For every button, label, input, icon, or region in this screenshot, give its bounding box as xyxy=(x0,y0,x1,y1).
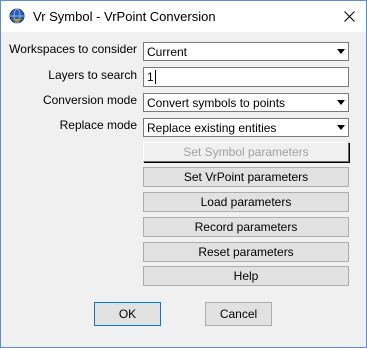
conversion-mode-value: Convert symbols to points xyxy=(147,96,286,110)
reset-parameters-button[interactable]: Reset parameters xyxy=(143,242,349,262)
load-parameters-button[interactable]: Load parameters xyxy=(143,192,349,212)
record-parameters-button[interactable]: Record parameters xyxy=(143,217,349,237)
text-caret xyxy=(155,70,156,84)
layers-value: 1 xyxy=(147,70,154,84)
conversion-mode-label: Conversion mode xyxy=(42,93,137,107)
layers-input[interactable]: 1 xyxy=(143,67,349,87)
workspaces-select[interactable]: Current xyxy=(143,42,349,61)
title-bar[interactable]: Vr Symbol - VrPoint Conversion xyxy=(1,1,366,32)
set-vrpoint-parameters-button[interactable]: Set VrPoint parameters xyxy=(143,167,349,187)
replace-mode-label: Replace mode xyxy=(59,118,137,132)
dialog-body: Workspaces to consider Current Layers to… xyxy=(1,32,366,347)
workspaces-value: Current xyxy=(147,45,188,59)
conversion-mode-select[interactable]: Convert symbols to points xyxy=(143,93,349,112)
window-title: Vr Symbol - VrPoint Conversion xyxy=(33,9,216,24)
cancel-button[interactable]: Cancel xyxy=(205,302,272,326)
replace-mode-value: Replace existing entities xyxy=(147,121,277,135)
dialog-window: Vr Symbol - VrPoint Conversion Workspace… xyxy=(0,0,367,348)
close-button[interactable] xyxy=(332,1,366,32)
ok-button[interactable]: OK xyxy=(94,302,161,326)
chevron-down-icon xyxy=(337,100,345,105)
chevron-down-icon xyxy=(337,49,345,54)
help-button[interactable]: Help xyxy=(143,266,349,286)
replace-mode-select[interactable]: Replace existing entities xyxy=(143,118,349,137)
globe-app-icon xyxy=(9,8,25,24)
set-symbol-parameters-button[interactable]: Set Symbol parameters xyxy=(143,142,349,162)
close-icon xyxy=(343,11,355,22)
chevron-down-icon xyxy=(337,125,345,130)
workspaces-label: Workspaces to consider xyxy=(9,42,137,56)
layers-label: Layers to search xyxy=(48,68,137,82)
